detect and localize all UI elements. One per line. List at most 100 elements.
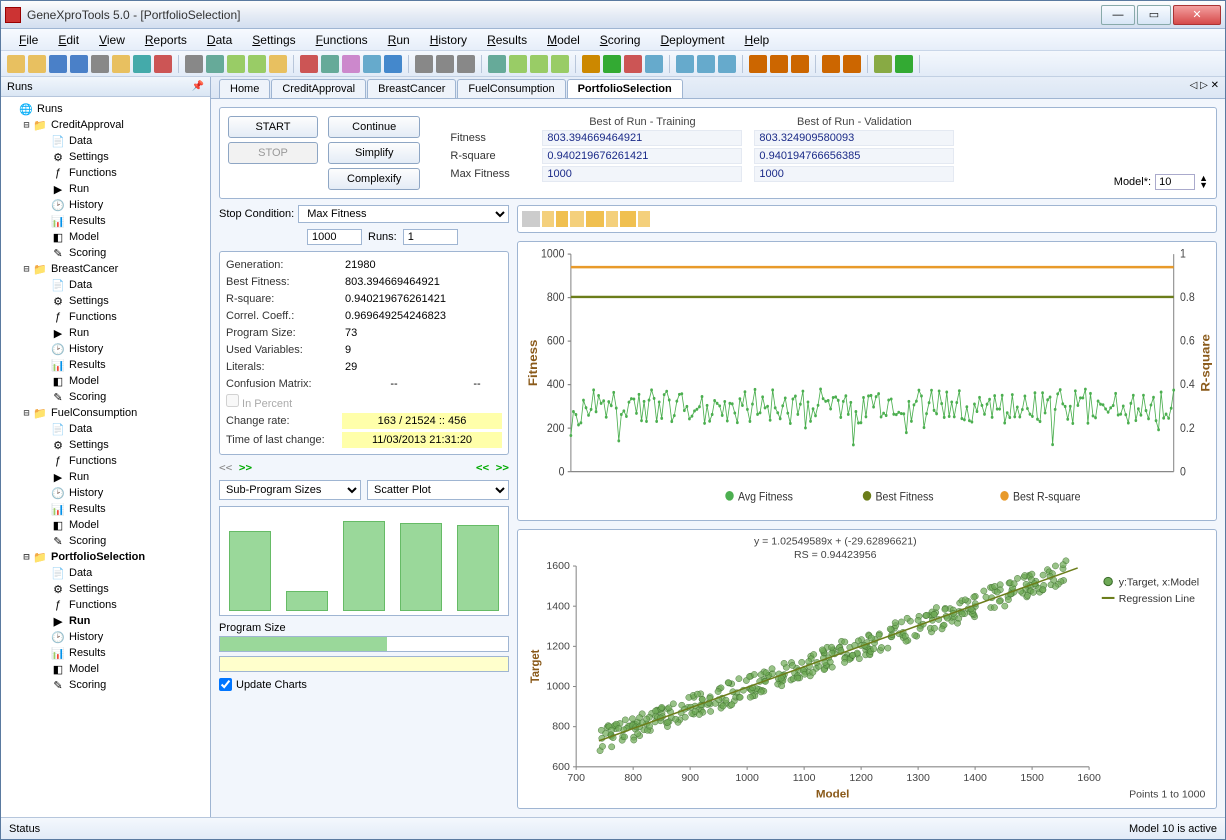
toolbar-button[interactable] bbox=[791, 55, 809, 73]
tree-item-scoring[interactable]: ✎Scoring bbox=[3, 245, 208, 261]
toolbar-button[interactable] bbox=[874, 55, 892, 73]
menu-file[interactable]: File bbox=[9, 31, 48, 49]
menu-settings[interactable]: Settings bbox=[242, 31, 305, 49]
tree-item-history[interactable]: 🕑History bbox=[3, 485, 208, 501]
tree-item-functions[interactable]: ƒFunctions bbox=[3, 165, 208, 181]
spinner-icon[interactable]: ▲▼ bbox=[1199, 175, 1208, 189]
menu-run[interactable]: Run bbox=[378, 31, 420, 49]
pin-icon[interactable]: 📌 bbox=[192, 81, 204, 92]
tree-item-data[interactable]: 📄Data bbox=[3, 565, 208, 581]
close-button[interactable]: ✕ bbox=[1173, 5, 1221, 25]
toolbar-button[interactable] bbox=[509, 55, 527, 73]
tab-creditapproval[interactable]: CreditApproval bbox=[271, 79, 366, 98]
toolbar-button[interactable] bbox=[718, 55, 736, 73]
menu-model[interactable]: Model bbox=[537, 31, 590, 49]
tree-project-fuelconsumption[interactable]: ⊟📁FuelConsumption bbox=[3, 405, 208, 421]
toolbar-button[interactable] bbox=[770, 55, 788, 73]
tree-item-scoring[interactable]: ✎Scoring bbox=[3, 533, 208, 549]
tab-fuelconsumption[interactable]: FuelConsumption bbox=[457, 79, 565, 98]
tree-project-portfolioselection[interactable]: ⊟📁PortfolioSelection bbox=[3, 549, 208, 565]
menu-deployment[interactable]: Deployment bbox=[650, 31, 734, 49]
toolbar-button[interactable] bbox=[363, 55, 381, 73]
toolbar-button[interactable] bbox=[269, 55, 287, 73]
toolbar-button[interactable] bbox=[49, 55, 67, 73]
stop-condition-select[interactable]: Max Fitness bbox=[298, 205, 509, 223]
toolbar-button[interactable] bbox=[822, 55, 840, 73]
toolbar-button[interactable] bbox=[28, 55, 46, 73]
toolbar-button[interactable] bbox=[154, 55, 172, 73]
tree-item-history[interactable]: 🕑History bbox=[3, 629, 208, 645]
menu-functions[interactable]: Functions bbox=[306, 31, 378, 49]
subchart-type-select[interactable]: Sub-Program Sizes bbox=[219, 480, 361, 500]
stop-button[interactable]: STOP bbox=[228, 142, 318, 164]
update-charts-checkbox[interactable]: Update Charts bbox=[219, 678, 509, 691]
tree-item-run[interactable]: ▶Run bbox=[3, 469, 208, 485]
toolbar-button[interactable] bbox=[185, 55, 203, 73]
model-selector[interactable]: Model*: ▲▼ bbox=[1114, 174, 1208, 190]
maximize-button[interactable]: ▭ bbox=[1137, 5, 1171, 25]
toolbar-button[interactable] bbox=[206, 55, 224, 73]
tree-item-model[interactable]: ◧Model bbox=[3, 517, 208, 533]
tab-portfolioselection[interactable]: PortfolioSelection bbox=[567, 79, 683, 98]
menu-help[interactable]: Help bbox=[735, 31, 780, 49]
complexify-button[interactable]: Complexify bbox=[328, 168, 420, 190]
tree-item-run[interactable]: ▶Run bbox=[3, 181, 208, 197]
subchart-style-select[interactable]: Scatter Plot bbox=[367, 480, 509, 500]
tree-item-settings[interactable]: ⚙Settings bbox=[3, 293, 208, 309]
tab-breastcancer[interactable]: BreastCancer bbox=[367, 79, 456, 98]
tree-item-data[interactable]: 📄Data bbox=[3, 277, 208, 293]
tree-item-data[interactable]: 📄Data bbox=[3, 421, 208, 437]
toolbar-button[interactable] bbox=[457, 55, 475, 73]
toolbar-button[interactable] bbox=[91, 55, 109, 73]
tree-item-scoring[interactable]: ✎Scoring bbox=[3, 677, 208, 693]
simplify-button[interactable]: Simplify bbox=[328, 142, 420, 164]
subchart-nav[interactable]: << >> << >> bbox=[219, 461, 509, 474]
tree-item-data[interactable]: 📄Data bbox=[3, 133, 208, 149]
tree-item-results[interactable]: 📊Results bbox=[3, 501, 208, 517]
toolbar-button[interactable] bbox=[300, 55, 318, 73]
tree-item-settings[interactable]: ⚙Settings bbox=[3, 581, 208, 597]
update-charts-input[interactable] bbox=[219, 678, 232, 691]
start-button[interactable]: START bbox=[228, 116, 318, 138]
tree-item-model[interactable]: ◧Model bbox=[3, 229, 208, 245]
stop-value-input[interactable] bbox=[307, 229, 362, 245]
toolbar-button[interactable] bbox=[70, 55, 88, 73]
tree-item-run[interactable]: ▶Run bbox=[3, 325, 208, 341]
tab-nav[interactable]: ◁ ▷ ✕ bbox=[1190, 80, 1219, 91]
menu-data[interactable]: Data bbox=[197, 31, 242, 49]
tab-home[interactable]: Home bbox=[219, 79, 270, 98]
tree-item-results[interactable]: 📊Results bbox=[3, 645, 208, 661]
runs-tree[interactable]: 🌐Runs⊟📁CreditApproval📄Data⚙SettingsƒFunc… bbox=[1, 97, 210, 817]
toolbar-button[interactable] bbox=[227, 55, 245, 73]
menu-view[interactable]: View bbox=[89, 31, 135, 49]
tree-item-model[interactable]: ◧Model bbox=[3, 661, 208, 677]
toolbar-button[interactable] bbox=[321, 55, 339, 73]
toolbar-button[interactable] bbox=[415, 55, 433, 73]
toolbar-button[interactable] bbox=[843, 55, 861, 73]
tree-item-results[interactable]: 📊Results bbox=[3, 213, 208, 229]
toolbar-button[interactable] bbox=[645, 55, 663, 73]
toolbar-button[interactable] bbox=[133, 55, 151, 73]
menu-edit[interactable]: Edit bbox=[48, 31, 89, 49]
tree-root[interactable]: 🌐Runs bbox=[3, 101, 208, 117]
menu-results[interactable]: Results bbox=[477, 31, 537, 49]
tree-item-results[interactable]: 📊Results bbox=[3, 357, 208, 373]
tree-project-creditapproval[interactable]: ⊟📁CreditApproval bbox=[3, 117, 208, 133]
toolbar-button[interactable] bbox=[697, 55, 715, 73]
tree-item-settings[interactable]: ⚙Settings bbox=[3, 437, 208, 453]
tree-item-settings[interactable]: ⚙Settings bbox=[3, 149, 208, 165]
runs-input[interactable] bbox=[403, 229, 458, 245]
toolbar-button[interactable] bbox=[582, 55, 600, 73]
toolbar-button[interactable] bbox=[551, 55, 569, 73]
tree-item-functions[interactable]: ƒFunctions bbox=[3, 309, 208, 325]
toolbar-button[interactable] bbox=[384, 55, 402, 73]
toolbar-button[interactable] bbox=[7, 55, 25, 73]
tree-item-history[interactable]: 🕑History bbox=[3, 197, 208, 213]
tree-item-history[interactable]: 🕑History bbox=[3, 341, 208, 357]
toolbar-button[interactable] bbox=[749, 55, 767, 73]
menu-scoring[interactable]: Scoring bbox=[590, 31, 651, 49]
toolbar-button[interactable] bbox=[676, 55, 694, 73]
menu-history[interactable]: History bbox=[420, 31, 477, 49]
tree-item-functions[interactable]: ƒFunctions bbox=[3, 597, 208, 613]
menu-reports[interactable]: Reports bbox=[135, 31, 197, 49]
